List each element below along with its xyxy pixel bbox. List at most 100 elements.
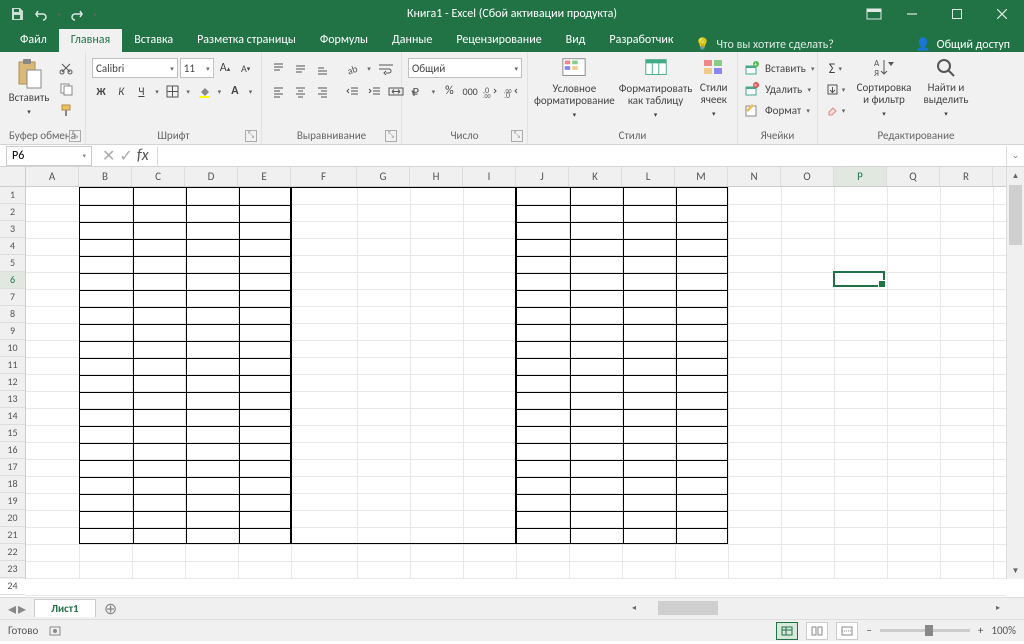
insert-cells-button[interactable]: +Вставить▾ xyxy=(744,58,818,78)
row-header[interactable]: 4 xyxy=(0,238,25,255)
row-header[interactable]: 5 xyxy=(0,255,25,272)
borders-dropdown[interactable]: ▾ xyxy=(184,81,193,101)
italic-button[interactable]: К xyxy=(112,81,130,101)
increase-font-icon[interactable]: A▴ xyxy=(216,58,235,78)
redo-icon[interactable] xyxy=(66,3,88,25)
find-select-button[interactable]: Найти и выделить▾ xyxy=(918,55,974,121)
clear-icon[interactable]: ▾ xyxy=(824,100,850,120)
sheet-nav-next-icon[interactable]: ▸ xyxy=(18,599,26,619)
scroll-up-icon[interactable]: ▲ xyxy=(1007,167,1024,184)
currency-icon[interactable]: ₽ xyxy=(408,81,427,101)
worksheet-grid[interactable]: ABCDEFGHIJKLMNOPQR 123456789101112131415… xyxy=(0,167,1024,597)
vscroll-thumb[interactable] xyxy=(1009,185,1022,245)
row-header[interactable]: 19 xyxy=(0,493,25,510)
undo-icon[interactable] xyxy=(30,3,52,25)
tab-formulas[interactable]: Формулы xyxy=(308,29,380,52)
scroll-down-icon[interactable]: ▼ xyxy=(1007,562,1024,579)
conditional-formatting-button[interactable]: Условное форматирование▾ xyxy=(534,55,615,121)
name-box[interactable]: P6▾ xyxy=(6,146,92,166)
format-as-table-button[interactable]: Форматировать как таблицу▾ xyxy=(619,55,693,121)
currency-dropdown[interactable]: ▾ xyxy=(429,81,438,101)
ribbon-display-options-icon[interactable] xyxy=(859,0,889,28)
row-headers[interactable]: 123456789101112131415161718192021222324 xyxy=(0,187,26,579)
align-top-icon[interactable] xyxy=(268,58,288,78)
align-center-icon[interactable] xyxy=(290,81,310,101)
zoom-slider[interactable] xyxy=(880,629,970,632)
row-header[interactable]: 9 xyxy=(0,323,25,340)
bold-button[interactable]: Ж xyxy=(92,81,110,101)
sheet-tab-active[interactable]: Лист1 xyxy=(34,599,96,617)
comma-style-icon[interactable]: 000 xyxy=(461,81,480,101)
orientation-dropdown[interactable]: ▾ xyxy=(364,58,374,78)
qat-customize[interactable]: ▾ xyxy=(90,4,100,24)
increase-decimal-icon[interactable]: ,0,00 xyxy=(482,81,501,101)
row-header[interactable]: 16 xyxy=(0,442,25,459)
number-format-select[interactable]: Общий▾ xyxy=(408,58,522,78)
sheet-nav-prev-icon[interactable]: ◂ xyxy=(8,599,16,619)
save-icon[interactable] xyxy=(6,3,28,25)
row-header[interactable]: 15 xyxy=(0,425,25,442)
delete-cells-button[interactable]: ×Удалить▾ xyxy=(744,79,818,99)
cell-styles-button[interactable]: Стили ячеек▾ xyxy=(696,55,731,121)
sort-filter-button[interactable]: AЯ Сортировка и фильтр▾ xyxy=(854,55,914,121)
row-header[interactable]: 3 xyxy=(0,221,25,238)
close-button[interactable] xyxy=(979,0,1024,28)
column-header[interactable]: C xyxy=(132,167,185,186)
tab-view[interactable]: Вид xyxy=(554,29,598,52)
tell-me[interactable]: 💡 Что вы хотите сделать? xyxy=(685,37,843,52)
row-header[interactable]: 2 xyxy=(0,204,25,221)
clipboard-launcher[interactable]: ⤡ xyxy=(69,130,81,142)
row-header[interactable]: 17 xyxy=(0,459,25,476)
orientation-icon[interactable]: ab xyxy=(342,58,362,78)
column-header[interactable]: D xyxy=(185,167,238,186)
font-color-dropdown[interactable]: ▾ xyxy=(246,81,255,101)
column-header[interactable]: Q xyxy=(887,167,940,186)
cut-icon[interactable] xyxy=(56,58,76,78)
row-header[interactable]: 12 xyxy=(0,374,25,391)
column-header[interactable]: L xyxy=(622,167,675,186)
share-button[interactable]: 👤 Общий доступ xyxy=(902,37,1024,52)
row-header[interactable]: 21 xyxy=(0,527,25,544)
fx-icon[interactable]: fx xyxy=(137,146,149,165)
tab-page-layout[interactable]: Разметка страницы xyxy=(185,29,308,52)
page-break-view-icon[interactable] xyxy=(836,622,858,640)
new-sheet-button[interactable]: ⊕ xyxy=(100,598,122,620)
alignment-launcher[interactable]: ⤡ xyxy=(385,130,397,142)
column-header[interactable]: M xyxy=(675,167,728,186)
row-header[interactable]: 11 xyxy=(0,357,25,374)
row-header[interactable]: 23 xyxy=(0,561,25,578)
zoom-out-button[interactable]: − xyxy=(866,624,871,637)
row-header[interactable]: 20 xyxy=(0,510,25,527)
copy-icon[interactable] xyxy=(56,79,76,99)
row-header[interactable]: 7 xyxy=(0,289,25,306)
tab-home[interactable]: Главная xyxy=(59,29,122,52)
decrease-decimal-icon[interactable]: ,00,0 xyxy=(502,81,521,101)
formula-bar[interactable] xyxy=(157,146,1006,166)
row-header[interactable]: 1 xyxy=(0,187,25,204)
row-header[interactable]: 18 xyxy=(0,476,25,493)
tab-developer[interactable]: Разработчик xyxy=(597,29,685,52)
column-headers[interactable]: ABCDEFGHIJKLMNOPQR xyxy=(26,167,1006,187)
column-header[interactable]: H xyxy=(410,167,463,186)
percent-icon[interactable]: % xyxy=(440,81,459,101)
zoom-in-button[interactable]: + xyxy=(978,624,983,637)
scroll-left-icon[interactable]: ◂ xyxy=(626,603,642,613)
maximize-button[interactable] xyxy=(934,0,979,28)
horizontal-scrollbar[interactable]: ◂ ▸ xyxy=(626,599,1006,617)
fill-icon[interactable]: ▾ xyxy=(824,79,850,99)
row-header[interactable]: 22 xyxy=(0,544,25,561)
hscroll-thumb[interactable] xyxy=(658,601,718,615)
fill-color-icon[interactable] xyxy=(195,81,213,101)
font-name-select[interactable]: Calibri▾ xyxy=(92,58,178,78)
column-header[interactable]: I xyxy=(463,167,516,186)
row-header[interactable]: 8 xyxy=(0,306,25,323)
wrap-text-icon[interactable] xyxy=(376,58,396,78)
row-header[interactable]: 10 xyxy=(0,340,25,357)
align-right-icon[interactable] xyxy=(312,81,332,101)
tab-insert[interactable]: Вставка xyxy=(122,29,185,52)
macro-record-icon[interactable] xyxy=(48,624,62,638)
autosum-icon[interactable]: Σ▾ xyxy=(824,58,850,78)
column-header[interactable]: J xyxy=(516,167,569,186)
underline-button[interactable]: Ч xyxy=(132,81,150,101)
font-launcher[interactable]: ⤡ xyxy=(245,130,257,142)
